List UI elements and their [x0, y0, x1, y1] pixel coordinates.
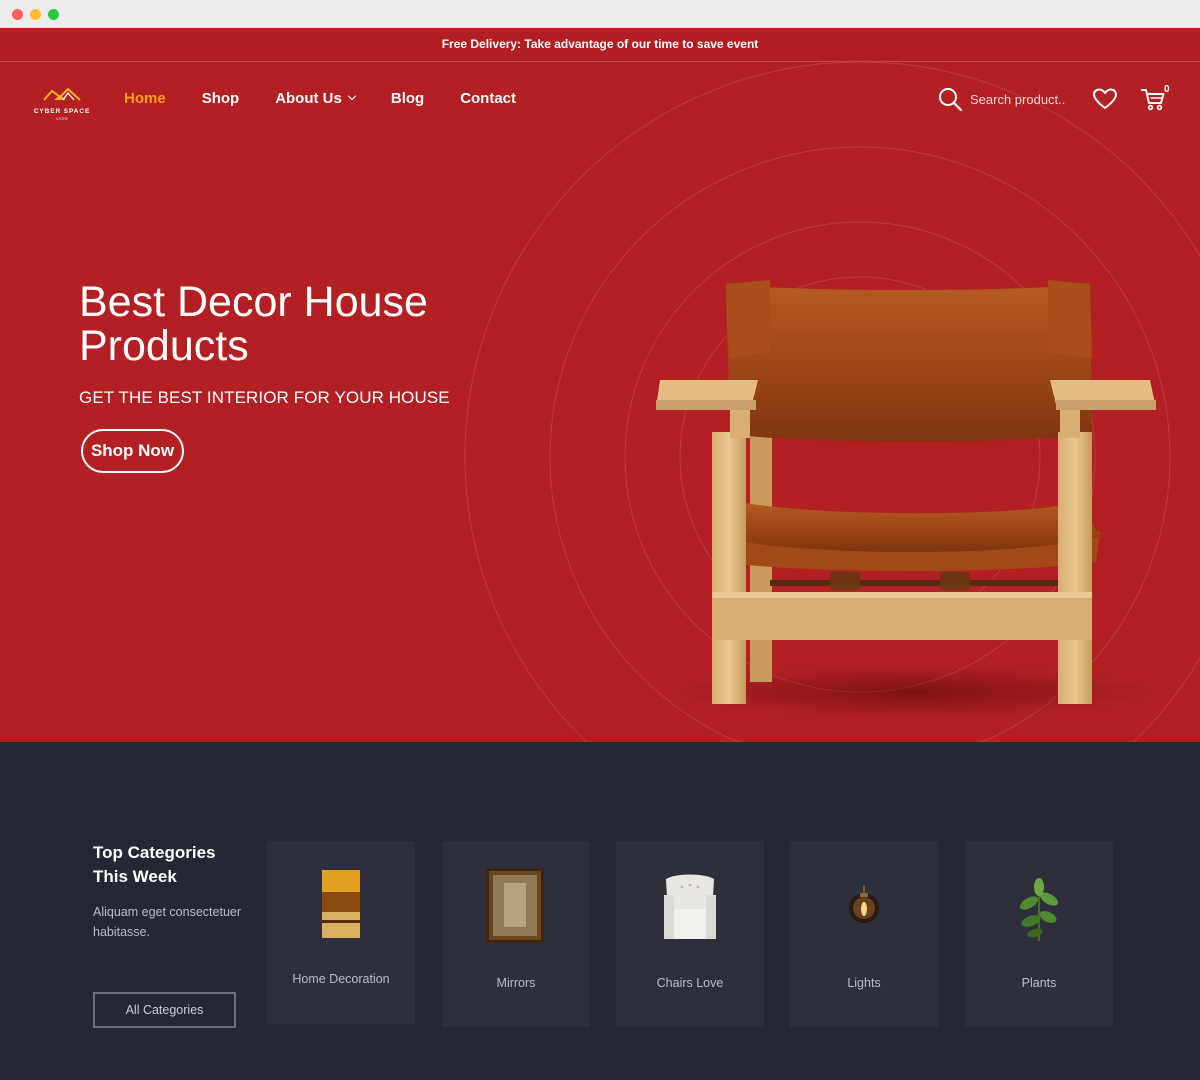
site-header: CYBER SPACE STORE Home Shop About Us Blo… [0, 62, 1200, 136]
brand-name: CYBER SPACE [33, 108, 91, 115]
category-card-lights[interactable]: Lights [790, 841, 938, 1027]
roof-logo-icon [43, 87, 81, 101]
browser-titlebar [0, 0, 1200, 28]
shop-now-button[interactable]: Shop Now [81, 429, 184, 473]
top-categories-section: Top Categories This Week Aliquam eget co… [0, 742, 1200, 1080]
plant-icon [1019, 878, 1059, 941]
category-card-mirrors[interactable]: Mirrors [442, 841, 590, 1027]
announcement-text: Free Delivery: Take advantage of our tim… [441, 37, 759, 51]
nav-item-home[interactable]: Home [124, 90, 166, 107]
hero-section: CYBER SPACE STORE Home Shop About Us Blo… [0, 62, 1200, 742]
pendant-lamp-icon [849, 885, 879, 923]
nav-item-shop[interactable]: Shop [202, 90, 240, 107]
cart-icon[interactable] [1140, 86, 1166, 112]
cart-count-badge: 0 [1164, 84, 1170, 95]
nav-item-about-us[interactable]: About Us [275, 90, 357, 107]
category-label: Chairs Love [656, 976, 724, 990]
category-card-plants[interactable]: Plants [965, 841, 1113, 1027]
logo[interactable]: CYBER SPACE STORE [30, 84, 94, 124]
maximize-window-icon[interactable] [48, 9, 59, 20]
close-window-icon[interactable] [12, 9, 23, 20]
category-label: Mirrors [496, 976, 536, 990]
hero-subtitle: GET THE BEST INTERIOR FOR YOUR HOUSE [79, 388, 450, 407]
search-icon[interactable] [937, 86, 963, 112]
chevron-down-icon [347, 91, 357, 100]
brand-tagline: STORE [56, 117, 68, 121]
categories-title: Top Categories This Week [93, 843, 216, 886]
chair-image [656, 280, 1156, 718]
armchair-icon [664, 874, 716, 939]
search-input[interactable] [970, 88, 1080, 110]
category-card-chairs-love[interactable]: Chairs Love [616, 841, 764, 1027]
category-card-home-decoration[interactable]: Home Decoration [267, 841, 415, 1024]
nav-item-contact[interactable]: Contact [460, 90, 516, 107]
category-label: Plants [1021, 976, 1057, 990]
mirror-icon [486, 868, 544, 943]
wishlist-heart-icon[interactable] [1092, 87, 1118, 111]
minimize-window-icon[interactable] [30, 9, 41, 20]
category-label: Lights [847, 976, 881, 990]
painting-icon [322, 870, 360, 938]
category-label: Home Decoration [292, 972, 390, 986]
main-nav: Home Shop About Us Blog Contact [124, 90, 552, 107]
all-categories-button[interactable]: All Categories [93, 992, 236, 1028]
categories-description: Aliquam eget consectetuer habitasse. [93, 905, 242, 939]
hero-title: Best Decor House Products [79, 278, 428, 370]
nav-item-blog[interactable]: Blog [391, 90, 424, 107]
announcement-bar: Free Delivery: Take advantage of our tim… [0, 28, 1200, 62]
